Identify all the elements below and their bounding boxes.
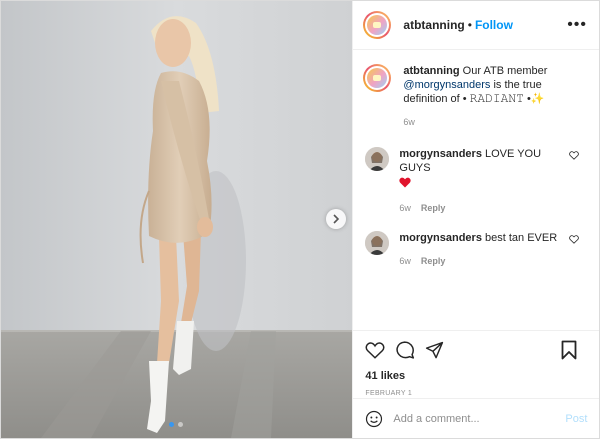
caption-time[interactable]: 6w <box>403 117 415 127</box>
likes-count[interactable]: 41 likes <box>353 361 599 382</box>
save-bookmark-icon[interactable] <box>561 340 577 360</box>
comment-username[interactable]: morgynsanders <box>399 148 482 160</box>
reply-button[interactable]: Reply <box>421 203 446 213</box>
commenter-avatar[interactable] <box>365 231 390 255</box>
more-options-button[interactable]: ••• <box>567 16 587 34</box>
caption-username[interactable]: atbtanning <box>403 65 459 77</box>
commenter-avatar[interactable] <box>365 147 390 171</box>
caption-text-before: Our ATB member <box>459 65 548 77</box>
reply-button[interactable]: Reply <box>421 256 446 266</box>
carousel-dot <box>178 422 183 427</box>
header-username[interactable]: atbtanning <box>403 18 464 32</box>
like-comment-heart-icon[interactable] <box>569 151 580 160</box>
brand-logo-icon <box>367 15 388 35</box>
red-heart-emoji-icon <box>399 177 412 188</box>
post-comment-button[interactable]: Post <box>565 413 587 425</box>
post-caption: atbtanning Our ATB member @morgynsanders… <box>353 50 599 129</box>
header-separator: • <box>467 18 472 32</box>
follow-button[interactable]: Follow <box>475 18 513 32</box>
like-comment-heart-icon[interactable] <box>569 235 580 244</box>
comment-item: morgynsanders LOVE YOU GUYS 6w Reply <box>353 147 599 215</box>
post-date[interactable]: FEBRUARY 1 <box>353 382 599 397</box>
share-paper-plane-icon[interactable] <box>425 341 444 360</box>
comment-body: best tan EVER <box>485 232 558 244</box>
comment-text: morgynsanders LOVE YOU GUYS 6w Reply <box>399 147 559 215</box>
post-photo[interactable] <box>1 1 353 438</box>
comments-section: atbtanning Our ATB member @morgynsanders… <box>353 50 599 330</box>
caption-mention[interactable]: @morgynsanders <box>403 79 490 91</box>
profile-avatar[interactable] <box>363 11 392 39</box>
carousel-indicator <box>169 422 183 427</box>
caption-avatar[interactable] <box>363 64 392 92</box>
next-photo-button[interactable] <box>326 209 346 229</box>
like-heart-icon[interactable] <box>365 341 385 359</box>
photo-image <box>1 1 353 438</box>
caption-text: atbtanning Our ATB member @morgynsanders… <box>403 64 573 129</box>
comment-item: morgynsanders best tan EVER 6w Reply <box>353 231 599 268</box>
post-side-panel: atbtanning • Follow ••• atbtanning Our A… <box>352 1 600 438</box>
action-icons <box>353 331 599 361</box>
emoji-smiley-icon[interactable] <box>365 410 383 428</box>
add-comment-bar: Add a comment... Post <box>353 398 600 438</box>
post-header: atbtanning • Follow ••• <box>353 1 599 50</box>
carousel-dot-active <box>169 422 174 427</box>
chevron-right-icon <box>333 214 340 224</box>
comment-username[interactable]: morgynsanders <box>399 232 482 244</box>
post-actions: 41 likes FEBRUARY 1 <box>353 330 600 397</box>
add-comment-input[interactable]: Add a comment... <box>393 413 479 425</box>
sparkles-emoji: ✨ <box>530 93 545 105</box>
instagram-post: atbtanning • Follow ••• atbtanning Our A… <box>0 0 600 439</box>
comment-time[interactable]: 6w <box>399 256 411 266</box>
comment-bubble-icon[interactable] <box>395 340 415 360</box>
comment-time[interactable]: 6w <box>399 203 411 213</box>
brand-logo-icon <box>367 68 388 88</box>
comment-text: morgynsanders best tan EVER 6w Reply <box>399 231 559 268</box>
